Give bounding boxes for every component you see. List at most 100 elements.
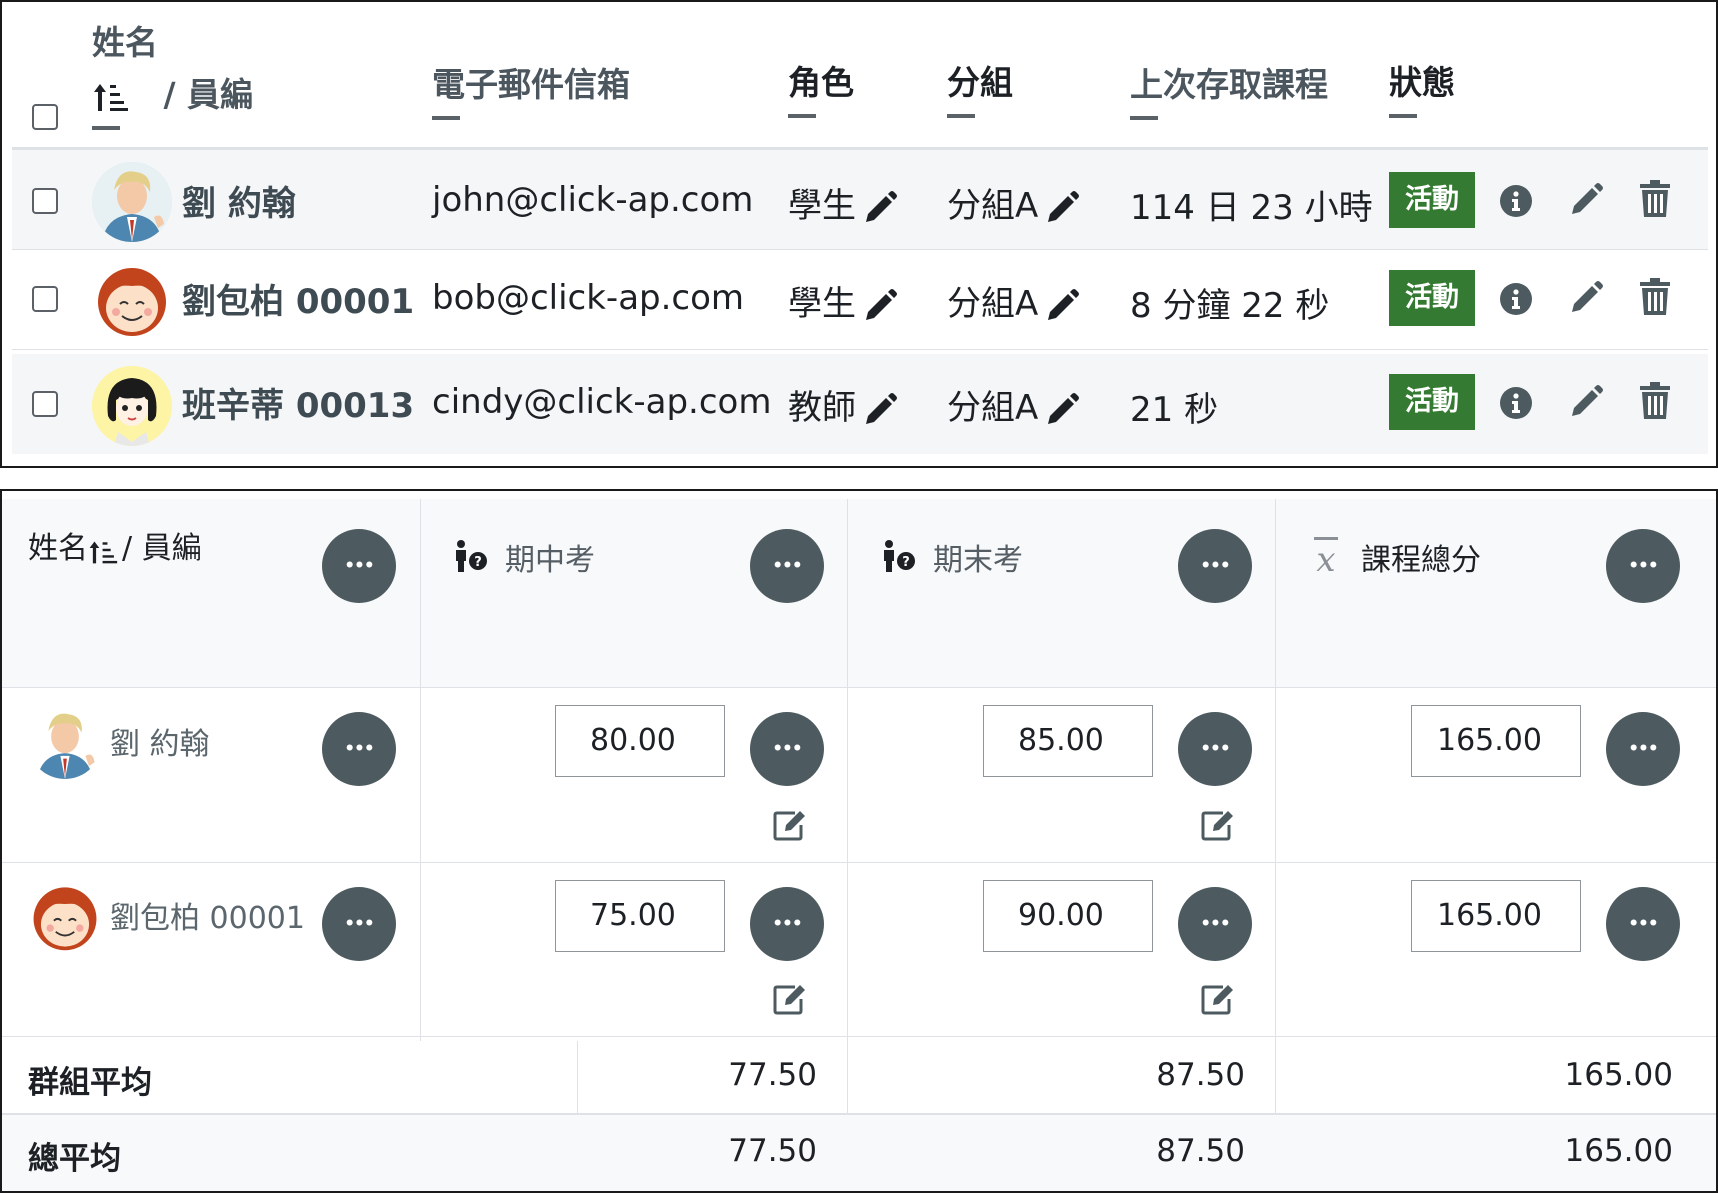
user-name-link[interactable]: 班辛蒂 00013 [182,378,414,427]
column-collapse-dash[interactable] [1130,116,1158,120]
grader-header-row [2,499,1716,687]
sort-by-id-link[interactable]: / 員編 [164,75,254,114]
user-name-link[interactable]: 劉包柏 00001 [182,274,414,323]
student-name-link[interactable]: 劉包柏 00001 [110,893,305,937]
edit-pencil-icon[interactable] [1568,280,1604,316]
role-cell: 學生 [788,276,898,325]
last-access-value: 21 秒 [1130,390,1219,430]
role-column-header: 角色 [788,56,854,118]
sort-by-name-link[interactable]: 姓名 [92,16,253,64]
participants-table-header: 姓名 / 員編 電子郵件信箱 角色 分組 上次存取課程 狀態 [2,2,1716,147]
email-column-header: 電子郵件信箱 [432,58,630,120]
edit-group-pencil-icon[interactable] [1044,392,1080,428]
group-cell: 分組A [947,276,1080,325]
total-column-menu-button[interactable] [1606,529,1680,603]
select-all-checkbox[interactable] [32,104,58,130]
edit-feedback-icon[interactable] [1201,809,1235,841]
student-menu-button[interactable] [322,712,396,786]
midterm-average: 77.50 [728,1057,817,1093]
sort-by-id-link[interactable]: / 員編 [122,531,202,566]
user-name-link[interactable]: 劉 約翰 [182,176,296,225]
name-column-menu-button[interactable] [322,529,396,603]
edit-feedback-icon[interactable] [1201,983,1235,1015]
row-checkbox[interactable] [32,286,58,312]
course-total-input[interactable]: 165.00 [1411,705,1581,777]
row-checkbox[interactable] [32,188,58,214]
info-icon[interactable] [1499,184,1533,218]
final-overall-average: 87.50 [1156,1133,1245,1169]
course-total-input[interactable]: 165.00 [1411,880,1581,952]
midterm-grade-input[interactable]: 80.00 [555,705,725,777]
svg-text:x: x [1316,540,1335,575]
group-cell: 分組A [947,380,1080,429]
sort-ascending-icon[interactable] [92,81,134,113]
delete-trash-icon[interactable] [1640,180,1670,218]
student-menu-button[interactable] [322,887,396,961]
status-badge: 活動 [1389,374,1475,430]
grade-cell-menu-button[interactable] [1178,712,1252,786]
edit-feedback-icon[interactable] [773,809,807,841]
group-value: 分組A [947,388,1039,428]
sort-by-name-link[interactable]: 姓名 [28,531,88,566]
grade-cell-menu-button[interactable] [1606,887,1680,961]
user-email: bob@click-ap.com [432,278,745,318]
group-average-row: 群組平均 77.50 87.50 165.00 [2,1037,1716,1113]
course-total-header: 課程總分 [1361,543,1481,578]
final-header-link[interactable]: 期末考 [933,535,1023,579]
grade-cell-menu-button[interactable] [750,712,824,786]
user-email: john@click-ap.com [432,180,754,220]
column-collapse-dash[interactable] [1389,114,1417,118]
total-overall-average: 165.00 [1564,1133,1673,1169]
status-header-label: 狀態 [1389,63,1455,102]
sort-by-email-link[interactable]: 電子郵件信箱 [432,58,630,106]
last-access-value: 114 日 23 小時 [1130,188,1373,228]
status-badge: 活動 [1389,270,1475,326]
column-collapse-dash[interactable] [788,114,816,118]
red-hair-boy-avatar[interactable] [28,880,102,954]
summary-cell-fill [421,1115,576,1191]
edit-role-pencil-icon[interactable] [862,190,898,226]
edit-pencil-icon[interactable] [1568,384,1604,420]
edit-role-pencil-icon[interactable] [862,392,898,428]
overall-average-label: 總平均 [28,1141,121,1177]
midterm-grade-input[interactable]: 75.00 [555,880,725,952]
midterm-header-link[interactable]: 期中考 [505,535,595,579]
column-collapse-dash[interactable] [92,126,120,130]
overall-average-row: 總平均 77.50 87.50 165.00 [2,1115,1716,1191]
student-name-link[interactable]: 劉 約翰 [110,719,210,763]
delete-trash-icon[interactable] [1640,278,1670,316]
blonde-man-avatar[interactable] [28,705,102,779]
last-access-value: 8 分鐘 22 秒 [1130,286,1330,326]
edit-group-pencil-icon[interactable] [1044,190,1080,226]
final-column-menu-button[interactable] [1178,529,1252,603]
blonde-man-avatar[interactable] [92,162,172,242]
red-hair-boy-avatar[interactable] [92,260,172,340]
info-icon[interactable] [1499,386,1533,420]
final-grade-input[interactable]: 85.00 [983,705,1153,777]
sort-by-last-access-link[interactable]: 上次存取課程 [1130,58,1328,106]
dark-hair-girl-avatar[interactable] [92,366,172,446]
edit-feedback-icon[interactable] [773,983,807,1015]
grade-cell-menu-button[interactable] [750,887,824,961]
status-column-header: 狀態 [1389,56,1455,118]
edit-group-pencil-icon[interactable] [1044,288,1080,324]
midterm-column-menu-button[interactable] [750,529,824,603]
status-badge: 活動 [1389,172,1475,228]
column-collapse-dash[interactable] [432,116,460,120]
delete-trash-icon[interactable] [1640,382,1670,420]
info-icon[interactable] [1499,282,1533,316]
user-email: cindy@click-ap.com [432,382,772,422]
grade-cell-menu-button[interactable] [1606,712,1680,786]
table-row: 班辛蒂 00013 cindy@click-ap.com 教師 分組A 21 秒… [12,354,1708,454]
column-collapse-dash[interactable] [947,114,975,118]
column-divider [420,499,421,1041]
role-value: 教師 [788,388,856,428]
edit-pencil-icon[interactable] [1568,182,1604,218]
sort-ascending-icon[interactable] [88,538,122,566]
final-grade-input[interactable]: 90.00 [983,880,1153,952]
edit-role-pencil-icon[interactable] [862,288,898,324]
grade-cell-menu-button[interactable] [1178,887,1252,961]
participants-table: 姓名 / 員編 電子郵件信箱 角色 分組 上次存取課程 狀態 劉 約翰 john… [0,0,1718,468]
group-average-label: 群組平均 [28,1065,152,1101]
row-checkbox[interactable] [32,391,58,417]
